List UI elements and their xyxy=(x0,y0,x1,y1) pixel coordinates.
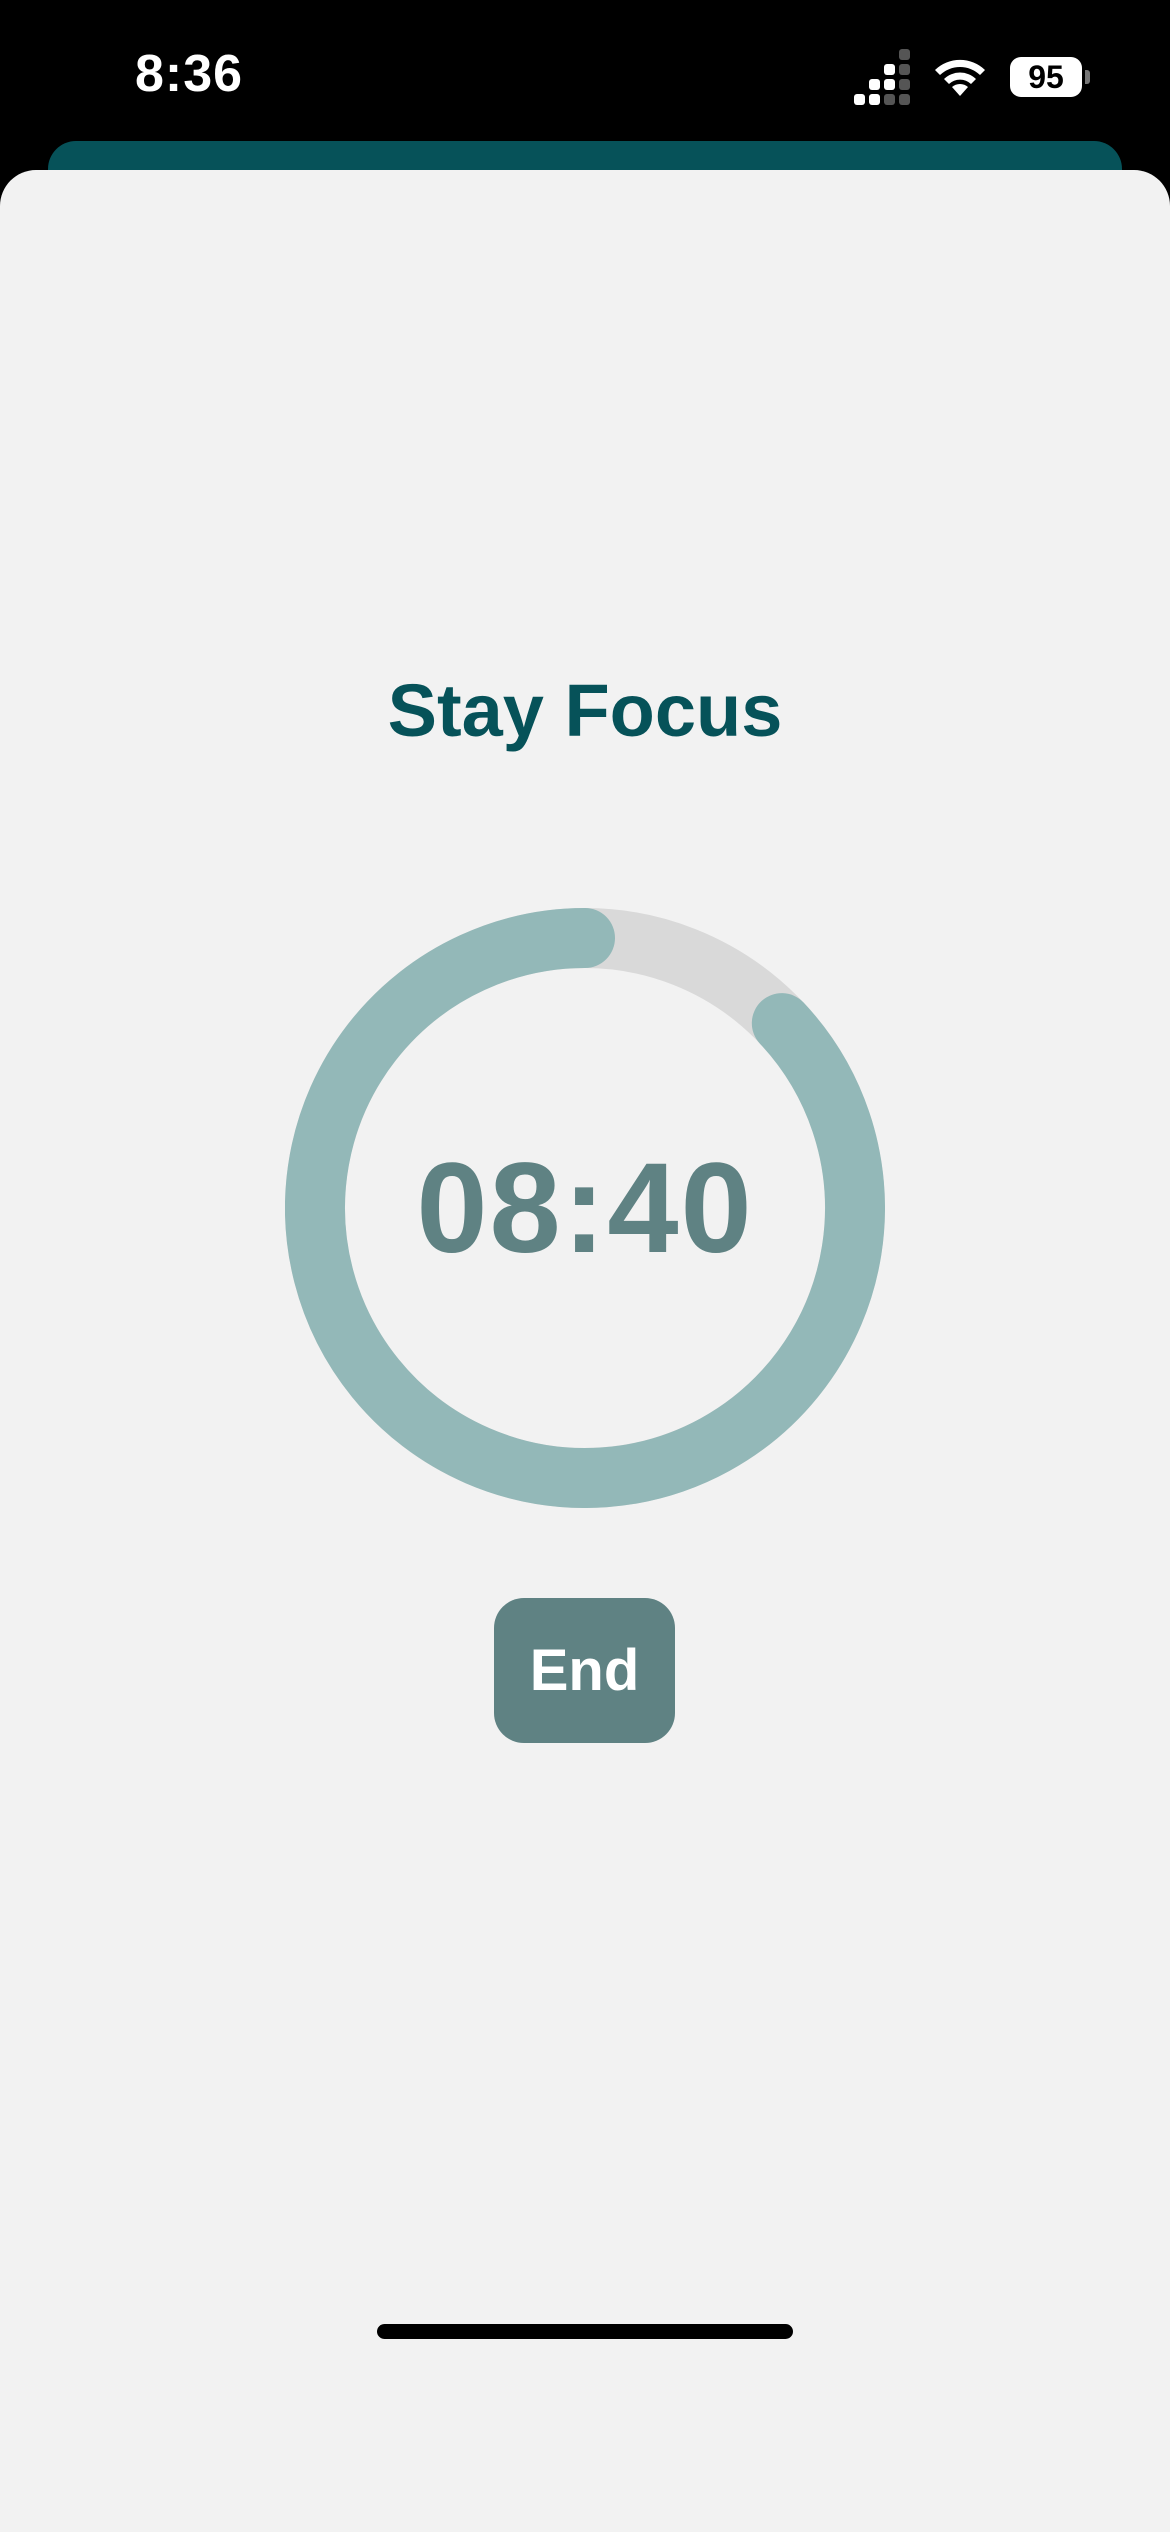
end-button[interactable]: End xyxy=(494,1598,675,1743)
status-icons: 95 xyxy=(854,49,1090,105)
page-title: Stay Focus xyxy=(387,669,783,752)
wifi-icon xyxy=(935,59,985,96)
status-bar: 8:36 95 xyxy=(0,0,1170,150)
screen: 8:36 95 Stay Focus 08:40 End xyxy=(0,0,1170,2532)
status-time: 8:36 xyxy=(135,45,244,103)
home-indicator xyxy=(377,2324,793,2339)
battery-tip xyxy=(1085,70,1090,84)
cellular-signal-icon xyxy=(854,49,910,105)
battery-icon: 95 xyxy=(1010,57,1082,97)
timer-display: 08:40 xyxy=(416,1136,754,1280)
battery-level: 95 xyxy=(1028,58,1064,95)
